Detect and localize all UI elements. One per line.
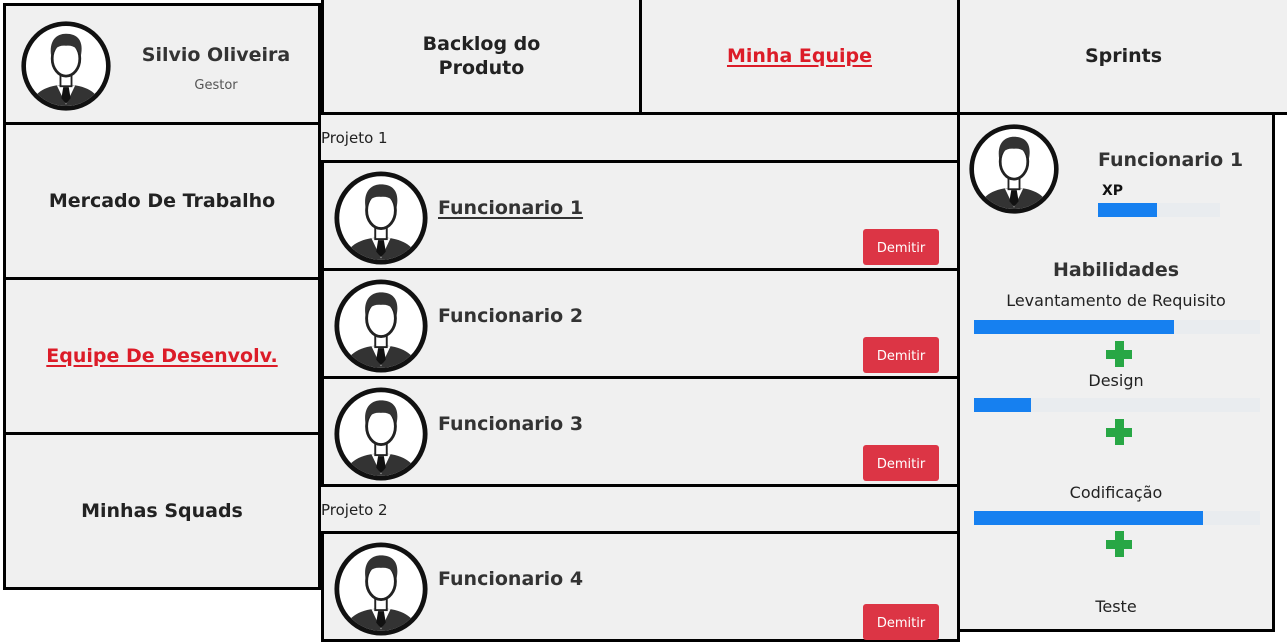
skill-label: Teste: [1095, 597, 1137, 616]
skill-progress-bar: [974, 320, 1260, 334]
fire-button[interactable]: Demitir: [863, 337, 939, 373]
sidebar-item-label: Equipe De Desenvolv.: [46, 345, 278, 367]
employee-avatar-icon: [333, 278, 429, 374]
employee-avatar-icon: [333, 386, 429, 482]
sidebar-item-label: Mercado De Trabalho: [48, 190, 276, 212]
tab-sprints[interactable]: Sprints: [957, 0, 1287, 115]
project-name: Projeto 2: [321, 501, 388, 519]
skill-label: Design: [1088, 371, 1144, 390]
add-skill-point-icon[interactable]: [1106, 419, 1132, 445]
employee-name[interactable]: Funcionario 3: [438, 413, 583, 435]
employee-name[interactable]: Funcionario 2: [438, 305, 583, 327]
employee-detail-panel: Funcionario 1 XP Habilidades Levantament…: [957, 112, 1275, 632]
detail-name: Funcionario 1: [1098, 149, 1244, 171]
skill-label: Levantamento de Requisito: [1006, 291, 1226, 310]
employee-row[interactable]: Funcionario 4 Demitir: [321, 531, 960, 642]
user-card: Silvio Oliveira Gestor: [3, 3, 321, 125]
tab-minha-equipe[interactable]: Minha Equipe: [639, 0, 960, 115]
xp-progress-fill: [1098, 203, 1157, 217]
xp-label: XP: [1102, 183, 1124, 199]
tab-label-line-1: Backlog do: [422, 33, 541, 55]
sidebar-item-equipe-de-desenvolvimento[interactable]: Equipe De Desenvolv.: [3, 277, 321, 435]
project-name: Projeto 1: [321, 129, 388, 147]
add-skill-point-icon[interactable]: [1106, 341, 1132, 367]
employee-name[interactable]: Funcionario 4: [438, 568, 583, 590]
xp-progress-bar: [1098, 203, 1220, 217]
skill-progress-fill: [974, 320, 1175, 334]
employee-row[interactable]: Funcionario 2 Demitir: [321, 268, 960, 379]
fire-button[interactable]: Demitir: [863, 229, 939, 265]
project-header: Projeto 1: [321, 112, 960, 163]
skill-progress-fill: [974, 398, 1032, 412]
sidebar-item-label: Minhas Squads: [81, 500, 243, 522]
tab-backlog-do-produto[interactable]: Backlog do Produto: [321, 0, 642, 115]
skills-title: Habilidades: [1052, 259, 1180, 281]
tab-label: Minha Equipe: [726, 45, 872, 67]
project-header: Projeto 2: [321, 484, 960, 534]
sidebar-item-mercado-de-trabalho[interactable]: Mercado De Trabalho: [3, 122, 321, 280]
employee-avatar-icon: [333, 170, 429, 266]
user-role: Gestor: [194, 78, 238, 93]
user-name: Silvio Oliveira: [141, 44, 291, 66]
sidebar-item-minhas-squads[interactable]: Minhas Squads: [3, 432, 321, 590]
tab-label-line-2: Produto: [438, 57, 525, 79]
user-avatar-icon: [20, 20, 112, 112]
add-skill-point-icon[interactable]: [1106, 531, 1132, 557]
tab-label: Sprints: [1084, 45, 1163, 67]
skill-label: Codificação: [1069, 483, 1163, 502]
tab-label: Backlog do Produto: [423, 32, 541, 80]
fire-button[interactable]: Demitir: [863, 445, 939, 481]
detail-avatar-icon: [968, 123, 1060, 215]
employee-row[interactable]: Funcionario 3 Demitir: [321, 376, 960, 487]
fire-button[interactable]: Demitir: [863, 604, 939, 640]
employee-name-link[interactable]: Funcionario 1: [438, 197, 583, 219]
skill-progress-fill: [974, 511, 1203, 525]
employee-avatar-icon: [333, 541, 429, 637]
employee-row[interactable]: Funcionario 1 Demitir: [321, 160, 960, 271]
skill-progress-bar: [974, 511, 1260, 525]
skill-progress-bar: [974, 398, 1260, 412]
